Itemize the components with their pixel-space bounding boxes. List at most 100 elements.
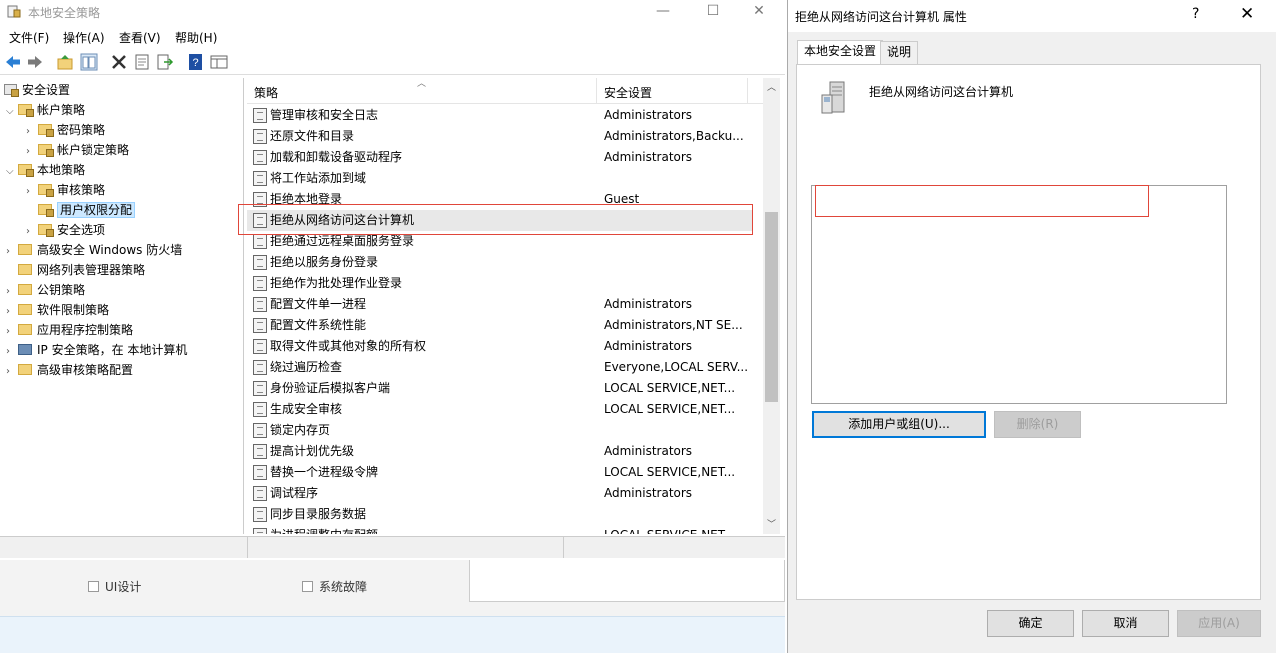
security-setting-cell: Administrators bbox=[604, 297, 693, 311]
menu-view[interactable]: 查看(V) bbox=[119, 29, 161, 46]
expand-chevron-icon[interactable]: › bbox=[6, 322, 18, 342]
folder-icon bbox=[18, 164, 34, 177]
show-hide-tree-icon[interactable] bbox=[80, 53, 98, 71]
table-row[interactable]: 提高计划优先级 Administrators bbox=[247, 441, 753, 462]
table-row[interactable]: 取得文件或其他对象的所有权 Administrators bbox=[247, 336, 753, 357]
expand-chevron-icon[interactable]: › bbox=[6, 242, 18, 262]
table-row[interactable]: 还原文件和目录 Administrators,Backu... bbox=[247, 126, 753, 147]
table-row[interactable]: 拒绝以服务身份登录 bbox=[247, 252, 753, 273]
tree-item-public-key-policies[interactable]: › 公钥策略 bbox=[6, 280, 85, 300]
scroll-up-icon[interactable]: ︿ bbox=[763, 80, 780, 97]
table-row[interactable]: 加载和卸载设备驱动程序 Administrators bbox=[247, 147, 753, 168]
table-row[interactable]: 替换一个进程级令牌 LOCAL SERVICE,NET... bbox=[247, 462, 753, 483]
members-listbox[interactable] bbox=[811, 185, 1227, 404]
expand-chevron-icon[interactable]: › bbox=[6, 342, 18, 362]
tab-explain[interactable]: 说明 bbox=[880, 41, 919, 64]
table-row[interactable]: 管理审核和安全日志 Administrators bbox=[247, 105, 753, 126]
expand-chevron-icon[interactable]: › bbox=[26, 122, 38, 142]
policy-icon bbox=[253, 423, 267, 438]
tab-page: 拒绝从网络访问这台计算机 添加用户或组(U)... 删除(R) bbox=[796, 64, 1261, 600]
expand-chevron-icon[interactable]: › bbox=[26, 222, 38, 242]
tree-item-account-policies[interactable]: ⌵ 帐户策略 bbox=[6, 100, 85, 120]
table-row[interactable]: 锁定内存页 bbox=[247, 420, 753, 441]
add-user-or-group-button[interactable]: 添加用户或组(U)... bbox=[812, 411, 986, 438]
table-row[interactable]: 配置文件单一进程 Administrators bbox=[247, 294, 753, 315]
table-row[interactable]: 同步目录服务数据 bbox=[247, 504, 753, 525]
table-row[interactable]: 将工作站添加到域 bbox=[247, 168, 753, 189]
console-view-icon[interactable] bbox=[210, 53, 228, 71]
policy-icon bbox=[253, 150, 267, 165]
table-row[interactable]: 调试程序 Administrators bbox=[247, 483, 753, 504]
table-row[interactable]: 身份验证后模拟客户端 LOCAL SERVICE,NET... bbox=[247, 378, 753, 399]
properties-icon[interactable] bbox=[133, 53, 151, 71]
folder-icon bbox=[38, 204, 54, 217]
expand-chevron-icon[interactable]: › bbox=[6, 362, 18, 382]
folder-icon bbox=[18, 324, 32, 335]
tree-item-app-control[interactable]: › 应用程序控制策略 bbox=[6, 320, 133, 340]
tree-item-network-list-manager[interactable]: 网络列表管理器策略 bbox=[6, 260, 145, 280]
tab-local-security-setting[interactable]: 本地安全设置 bbox=[797, 40, 884, 64]
expand-chevron-icon[interactable]: › bbox=[26, 142, 38, 162]
tree-item-ip-security[interactable]: › IP 安全策略，在 本地计算机 bbox=[6, 340, 187, 360]
tree-item-local-policies[interactable]: ⌵ 本地策略 bbox=[6, 160, 85, 180]
menu-action[interactable]: 操作(A) bbox=[63, 29, 105, 46]
column-header-setting[interactable]: 安全设置 bbox=[604, 84, 652, 101]
menu-help[interactable]: 帮助(H) bbox=[175, 29, 217, 46]
scroll-down-icon[interactable]: ﹀ bbox=[763, 517, 780, 534]
up-folder-icon[interactable] bbox=[56, 53, 74, 71]
dialog-help-button[interactable]: ? bbox=[1192, 6, 1199, 22]
policy-icon bbox=[253, 129, 267, 144]
tree-item-account-lockout-policy[interactable]: › 帐户锁定策略 bbox=[26, 140, 129, 160]
forward-icon[interactable] bbox=[26, 53, 44, 71]
collapse-chevron-icon[interactable]: ⌵ bbox=[6, 162, 18, 182]
dialog-titlebar: 拒绝从网络访问这台计算机 属性 ? ✕ bbox=[788, 0, 1276, 32]
tree-item-security-options[interactable]: › 安全选项 bbox=[26, 220, 105, 240]
menu-file[interactable]: 文件(F) bbox=[9, 29, 49, 46]
background-panel bbox=[469, 560, 785, 602]
folder-icon bbox=[18, 104, 34, 117]
expand-chevron-icon[interactable]: › bbox=[6, 302, 18, 322]
checkbox-system-failure[interactable]: 系统故障 bbox=[302, 578, 367, 595]
export-icon[interactable] bbox=[156, 53, 174, 71]
tree-item-audit-policy[interactable]: › 审核策略 bbox=[26, 180, 105, 200]
folder-icon bbox=[18, 264, 32, 275]
table-row[interactable]: 绕过遍历检查 Everyone,LOCAL SERV... bbox=[247, 357, 753, 378]
cancel-button[interactable]: 取消 bbox=[1082, 610, 1169, 637]
table-row[interactable]: 配置文件系统性能 Administrators,NT SE... bbox=[247, 315, 753, 336]
tree-root-security-settings[interactable]: 安全设置 bbox=[4, 80, 70, 100]
checkbox-ui-design[interactable]: UI设计 bbox=[88, 578, 141, 595]
policy-list: 策略 ︿ 安全设置 管理审核和安全日志 Administrators 还原文件和目录… bbox=[247, 78, 783, 534]
table-row[interactable]: 生成安全审核 LOCAL SERVICE,NET... bbox=[247, 399, 753, 420]
main-titlebar: 本地安全策略 — ☐ ✕ bbox=[0, 0, 785, 24]
tree-item-password-policy[interactable]: › 密码策略 bbox=[26, 120, 105, 140]
expand-chevron-icon[interactable]: › bbox=[6, 282, 18, 302]
remove-button[interactable]: 删除(R) bbox=[994, 411, 1081, 438]
folder-icon bbox=[18, 304, 32, 315]
policy-icon bbox=[253, 528, 267, 534]
back-icon[interactable] bbox=[4, 53, 22, 71]
tree-item-windows-firewall[interactable]: › 高级安全 Windows 防火墙 bbox=[6, 240, 182, 260]
tree-item-advanced-audit[interactable]: › 高级审核策略配置 bbox=[6, 360, 133, 380]
close-button[interactable]: ✕ bbox=[736, 0, 782, 24]
column-header-policy[interactable]: 策略 bbox=[254, 84, 278, 101]
help-icon[interactable]: ? bbox=[187, 53, 205, 71]
tree-item-software-restriction[interactable]: › 软件限制策略 bbox=[6, 300, 109, 320]
policy-name-cell: 加载和卸载设备驱动程序 bbox=[270, 150, 403, 164]
policy-icon bbox=[253, 234, 267, 249]
table-row[interactable]: 拒绝作为批处理作业登录 bbox=[247, 273, 753, 294]
ok-button[interactable]: 确定 bbox=[987, 610, 1074, 637]
vertical-scrollbar[interactable]: ︿ ﹀ bbox=[763, 78, 780, 534]
expand-chevron-icon[interactable]: › bbox=[26, 182, 38, 202]
policy-name-cell: 为进程调整内存配额 bbox=[270, 525, 378, 534]
main-window: 本地安全策略 — ☐ ✕ 文件(F) 操作(A) 查看(V) 帮助(H) ? 安… bbox=[0, 0, 785, 560]
folder-icon bbox=[18, 364, 32, 375]
minimize-button[interactable]: — bbox=[640, 0, 686, 24]
delete-icon[interactable] bbox=[110, 53, 128, 71]
apply-button[interactable]: 应用(A) bbox=[1177, 610, 1261, 637]
maximize-button[interactable]: ☐ bbox=[690, 0, 736, 24]
tree-item-user-rights-assignment[interactable]: 用户权限分配 bbox=[26, 200, 136, 220]
dialog-close-button[interactable]: ✕ bbox=[1240, 4, 1254, 24]
collapse-chevron-icon[interactable]: ⌵ bbox=[6, 102, 18, 122]
table-row[interactable]: 为进程调整内存配额 LOCAL SERVICE,NET... bbox=[247, 525, 753, 534]
scroll-thumb[interactable] bbox=[765, 212, 778, 402]
